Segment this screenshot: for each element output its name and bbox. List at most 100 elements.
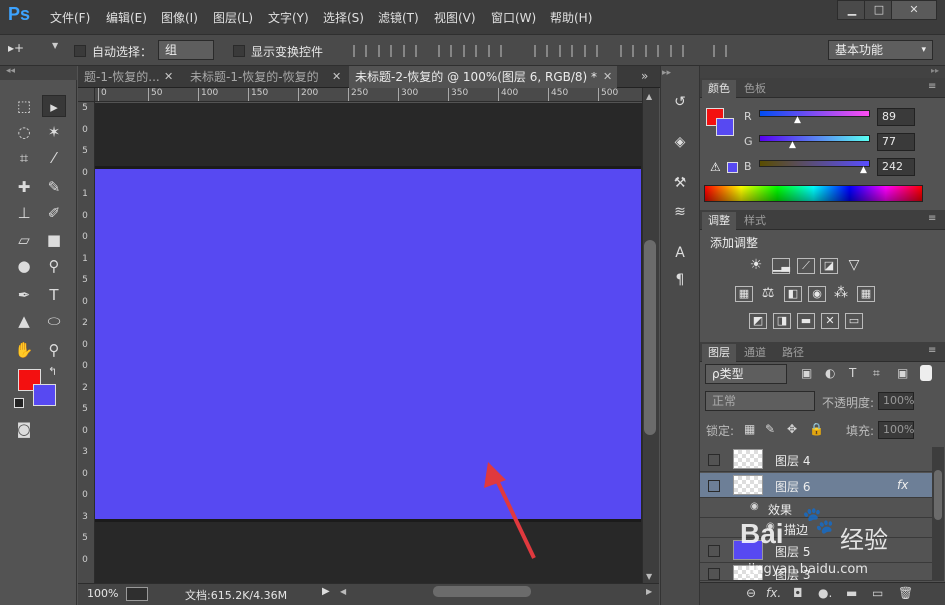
layer-row-selected[interactable]: 图层 6 fx	[700, 473, 932, 498]
fill-input[interactable]: 100%	[878, 421, 914, 439]
align-hcenter-icon[interactable]	[463, 45, 477, 57]
menu-view[interactable]: 视图(V)	[434, 9, 476, 26]
layers-scroll-thumb[interactable]	[934, 470, 942, 520]
visibility-toggle[interactable]	[708, 568, 720, 580]
delete-layer-icon[interactable]: 🗑	[898, 586, 913, 600]
brush-tool-icon[interactable]: ✎	[42, 176, 66, 198]
new-group-icon[interactable]: ▬	[846, 586, 857, 600]
blend-mode-dropdown[interactable]: 正常	[705, 391, 815, 411]
eraser-tool-icon[interactable]: ▱	[12, 229, 36, 251]
tab-doc-3[interactable]: 未标题-2-恢复的 @ 100%(图层 6, RGB/8) *	[349, 66, 617, 88]
history-panel-icon[interactable]: ↺	[668, 91, 692, 113]
r-slider[interactable]	[759, 110, 870, 117]
hue-saturation-icon[interactable]: ▦	[735, 286, 753, 302]
scroll-left-icon[interactable]: ◀	[340, 587, 346, 596]
scroll-down-icon[interactable]: ▼	[646, 572, 652, 581]
tab-channels[interactable]: 通道	[738, 344, 772, 362]
lock-pixels-icon[interactable]: ✎	[765, 422, 775, 436]
tab-adjustments[interactable]: 调整	[702, 212, 736, 230]
color-lookup-icon[interactable]: ▦	[857, 286, 875, 302]
visibility-toggle[interactable]	[708, 545, 720, 557]
distribute-top-icon[interactable]	[534, 45, 548, 57]
panel-menu-icon[interactable]: ≡	[928, 213, 936, 224]
selective-color-icon[interactable]: ✕	[821, 313, 839, 329]
auto-select-dropdown[interactable]: 组	[158, 40, 214, 60]
distribute-bottom-icon[interactable]	[584, 45, 598, 57]
panel-menu-icon[interactable]: ≡	[928, 81, 936, 92]
healing-brush-tool-icon[interactable]: ✚	[12, 176, 36, 198]
tab-close-icon[interactable]: ✕	[164, 70, 173, 83]
menu-window[interactable]: 窗口(W)	[491, 9, 536, 26]
move-tool-preset-icon[interactable]: ▸+	[8, 41, 24, 55]
layer-effects-icon[interactable]: fx	[897, 478, 908, 492]
new-adjustment-icon[interactable]: ●.	[818, 586, 832, 600]
g-value-input[interactable]: 77	[877, 133, 915, 151]
auto-select-checkbox[interactable]	[74, 45, 86, 57]
distribute-left-icon[interactable]	[620, 45, 634, 57]
panel-menu-icon[interactable]: ≡	[928, 345, 936, 356]
r-value-input[interactable]: 89	[877, 108, 915, 126]
background-color-swatch[interactable]	[33, 384, 56, 406]
lock-position-icon[interactable]: ✥	[787, 422, 797, 436]
align-left-icon[interactable]	[438, 45, 452, 57]
filter-shape-icon[interactable]: ⌗	[873, 366, 880, 381]
character-panel-icon[interactable]: A	[668, 242, 692, 264]
g-slider-handle[interactable]: ▲	[789, 140, 796, 150]
minimize-button[interactable]: ▁	[837, 0, 867, 20]
b-value-input[interactable]: 242	[877, 158, 915, 176]
tab-close-icon[interactable]: ✕	[332, 70, 341, 83]
menu-type[interactable]: 文字(Y)	[268, 9, 309, 26]
chevron-down-icon[interactable]: ▼	[52, 41, 58, 50]
add-style-icon[interactable]: fx.	[766, 586, 781, 600]
gradient-map-icon[interactable]: ▭	[845, 313, 863, 329]
tab-swatches[interactable]: 色板	[738, 80, 772, 98]
color-spectrum-ramp[interactable]	[704, 185, 923, 202]
brightness-icon[interactable]: ☀	[747, 258, 765, 274]
swap-colors-icon[interactable]: ↰	[48, 365, 57, 378]
threshold-icon[interactable]: ▬	[797, 313, 815, 329]
tab-doc-2[interactable]: 未标题-1-恢复的-恢复的	[184, 66, 344, 88]
black-white-icon[interactable]: ◧	[784, 286, 802, 302]
tab-paths[interactable]: 路径	[776, 344, 810, 362]
filter-toggle[interactable]	[920, 365, 932, 381]
r-slider-handle[interactable]: ▲	[794, 115, 801, 125]
path-select-tool-icon[interactable]: ▲	[12, 310, 36, 332]
menu-layer[interactable]: 图层(L)	[213, 9, 253, 26]
tools-panel-header[interactable]: ◂◂	[0, 66, 77, 80]
dodge-tool-icon[interactable]: ⚲	[42, 255, 66, 277]
workspace-dropdown[interactable]: 基本功能 ▾	[828, 40, 933, 60]
new-layer-icon[interactable]: ▭	[872, 586, 883, 600]
brush-presets-icon[interactable]: ⚒	[668, 172, 692, 194]
3d-panel-icon[interactable]: ◈	[668, 131, 692, 153]
distribute-vcenter-icon[interactable]	[559, 45, 573, 57]
status-menu-icon[interactable]: ▶	[322, 586, 330, 597]
menu-edit[interactable]: 编辑(E)	[106, 9, 147, 26]
close-button[interactable]: ✕	[891, 0, 937, 20]
gamut-warning-icon[interactable]: ⚠	[710, 160, 721, 174]
layer-row[interactable]: 图层 4	[700, 447, 932, 472]
color-panel-bg-swatch[interactable]	[716, 118, 734, 136]
magic-wand-tool-icon[interactable]: ✶	[42, 121, 66, 143]
crop-tool-icon[interactable]: ⌗	[12, 147, 36, 169]
align-bottom-icon[interactable]	[403, 45, 417, 57]
move-tool-icon[interactable]: ▸	[42, 95, 66, 117]
type-tool-icon[interactable]: T	[42, 284, 66, 306]
tab-layers[interactable]: 图层	[702, 344, 736, 362]
filter-type-icon[interactable]: T	[849, 366, 856, 380]
channel-mixer-icon[interactable]: ⁂	[832, 286, 850, 302]
layer-name[interactable]: 图层 6	[775, 478, 810, 495]
strip-collapse-icon[interactable]: ▸▸	[662, 68, 671, 78]
gradient-tool-icon[interactable]: ■	[42, 229, 66, 251]
hand-tool-icon[interactable]: ✋	[12, 339, 36, 361]
show-transform-checkbox[interactable]	[233, 45, 245, 57]
pen-tool-icon[interactable]: ✒	[12, 284, 36, 306]
filter-adjustment-icon[interactable]: ◐	[825, 366, 835, 380]
vertical-scroll-thumb[interactable]	[644, 240, 656, 435]
add-mask-icon[interactable]: ◘	[793, 586, 803, 600]
paragraph-panel-icon[interactable]: ¶	[668, 269, 692, 291]
g-slider[interactable]	[759, 135, 870, 142]
tab-overflow-icon[interactable]: »	[641, 69, 648, 83]
vibrance-icon[interactable]: ▽	[845, 258, 863, 274]
menu-image[interactable]: 图像(I)	[161, 9, 198, 26]
lock-transparent-icon[interactable]: ▦	[744, 422, 755, 436]
